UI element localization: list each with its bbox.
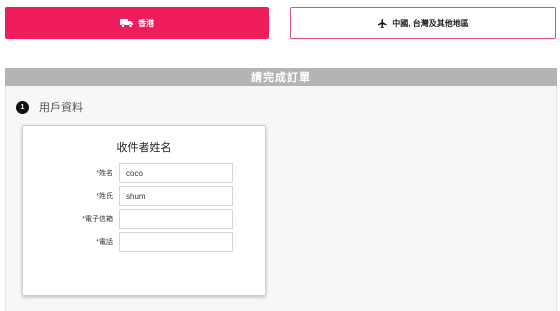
recipient-card: 收件者姓名 *姓名 *姓氏 *電子信箱 *電話: [22, 125, 266, 296]
phone-label: *電話: [96, 239, 113, 246]
step-number-badge: 1: [16, 100, 29, 114]
last-name-input[interactable]: [119, 186, 233, 206]
phone-row: *電話: [23, 232, 265, 252]
email-label: *電子信箱: [82, 216, 113, 223]
order-header: 請完成訂單: [5, 68, 557, 86]
last-name-label: *姓氏: [96, 193, 113, 200]
first-name-label: *姓名: [96, 170, 113, 177]
step-user-info: 1 用戶資料: [16, 99, 83, 115]
first-name-row: *姓名: [23, 163, 265, 183]
recipient-card-title: 收件者姓名: [116, 142, 172, 154]
step-title: 用戶資料: [39, 102, 83, 114]
first-name-input[interactable]: [119, 163, 233, 183]
shipping-hk-label: 香港: [138, 18, 154, 28]
order-header-title: 請完成訂單: [251, 72, 311, 84]
airplane-icon: [377, 18, 388, 29]
truck-icon: [120, 18, 134, 28]
shipping-intl-button[interactable]: 中國, 台灣及其他地區: [290, 7, 556, 39]
last-name-row: *姓氏: [23, 186, 265, 206]
phone-input[interactable]: [119, 232, 233, 252]
shipping-hk-button[interactable]: 香港: [5, 7, 269, 39]
shipping-intl-label: 中國, 台灣及其他地區: [392, 18, 469, 28]
email-input[interactable]: [119, 209, 233, 229]
email-row: *電子信箱: [23, 209, 265, 229]
